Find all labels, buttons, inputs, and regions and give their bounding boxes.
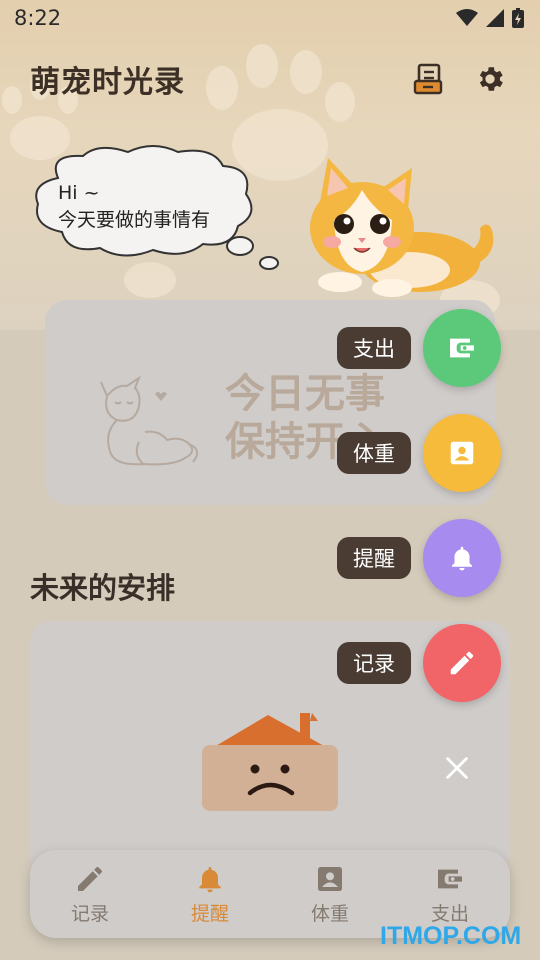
contact-card-icon — [450, 441, 474, 465]
fab-label-expense[interactable]: 支出 — [337, 327, 411, 369]
wifi-icon — [456, 9, 478, 26]
fab-item-expense: 支出 — [0, 309, 540, 387]
fab-item-reminder: 提醒 — [0, 519, 540, 597]
close-icon — [446, 757, 468, 779]
status-icons — [456, 8, 524, 28]
status-bar: 8:22 — [0, 0, 540, 36]
nav-item-record[interactable]: 记录 — [45, 863, 135, 926]
fab-label-weight[interactable]: 体重 — [337, 432, 411, 474]
pencil-icon — [78, 866, 102, 891]
nav-label-record: 记录 — [70, 902, 109, 925]
fab-item-record: 记录 — [0, 624, 540, 702]
wallet-icon — [438, 869, 462, 888]
fab-label-reminder[interactable]: 提醒 — [337, 537, 411, 579]
watermark-text: ITMOP.COM — [380, 922, 522, 950]
app-header: 萌宠时光录 — [0, 44, 540, 114]
fab-record-button[interactable] — [423, 624, 501, 702]
fab-reminder-button[interactable] — [423, 519, 501, 597]
battery-icon — [512, 8, 524, 28]
contact-card-icon — [318, 866, 342, 891]
nav-label-weight: 体重 — [310, 902, 349, 925]
wallet-icon — [450, 338, 474, 358]
cat-mascot-illustration — [310, 158, 494, 297]
app-title: 萌宠时光录 — [30, 65, 185, 100]
pencil-icon — [450, 651, 474, 675]
settings-button[interactable] — [470, 59, 510, 99]
bell-icon — [199, 866, 221, 892]
greeting-line-2: 今天要做的事情有 — [58, 209, 211, 231]
gear-icon — [479, 67, 503, 91]
bell-icon — [452, 546, 472, 571]
nav-item-expense[interactable]: 支出 — [405, 863, 495, 926]
fab-expense-button[interactable] — [423, 309, 501, 387]
fab-item-weight: 体重 — [0, 414, 540, 492]
greeting-line-1: Hi ~ — [58, 182, 100, 204]
status-time: 8:22 — [14, 6, 62, 30]
close-menu-button[interactable] — [436, 747, 478, 789]
fab-label-record[interactable]: 记录 — [337, 642, 411, 684]
empty-house-icon — [202, 713, 338, 811]
signal-icon — [486, 9, 504, 27]
archive-button[interactable] — [408, 59, 448, 99]
fab-weight-button[interactable] — [423, 414, 501, 492]
nav-item-reminder[interactable]: 提醒 — [165, 863, 255, 926]
nav-item-weight[interactable]: 体重 — [285, 863, 375, 926]
nav-label-reminder: 提醒 — [190, 902, 229, 925]
archive-box-icon — [413, 63, 443, 95]
greeting-text: Hi ~ 今天要做的事情有 — [58, 180, 210, 234]
